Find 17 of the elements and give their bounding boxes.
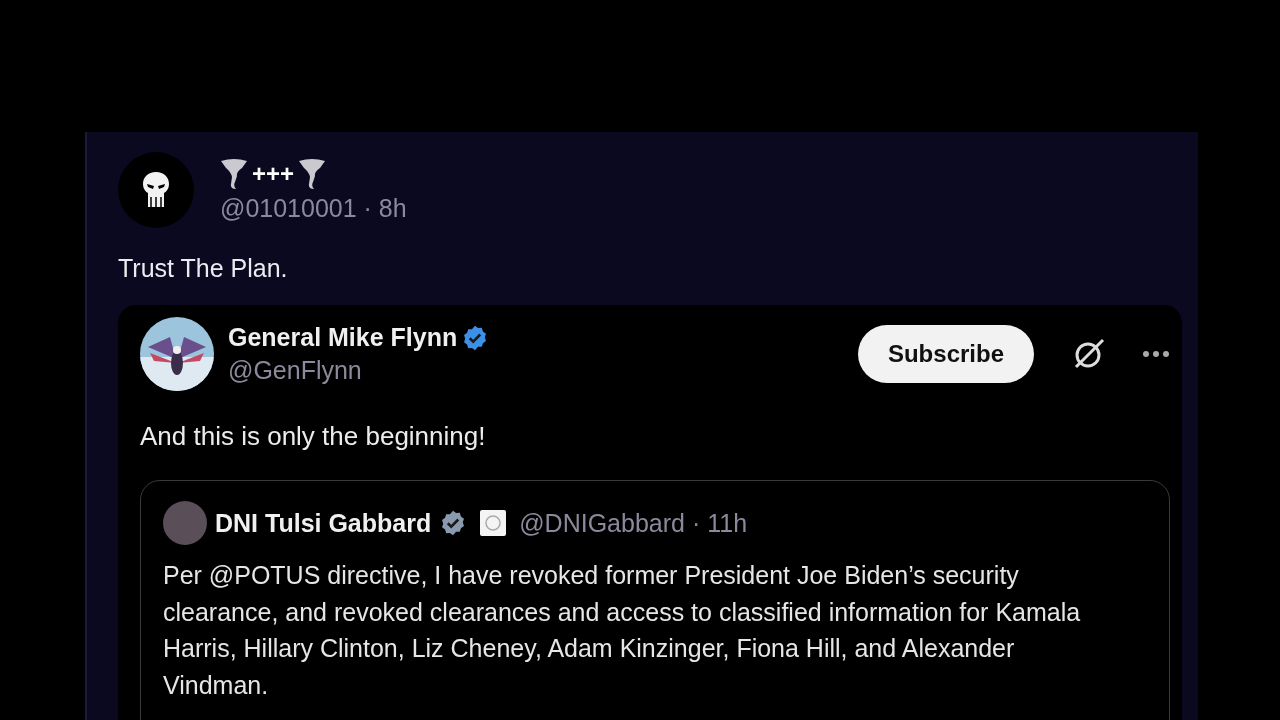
nested-post-text: Per @POTUS directive, I have revoked former President Joe Biden’s security clearance, and revoked clearances and access to classified information for Kamala Harris, Hillary Clinton, Liz Cheney, Adam Kinzinger, Fiona Hill, and Alexander Vindman. [163,560,1082,701]
handle-and-time: @DNIGabbard · 11h [519,508,748,538]
handle-and-time: @01010001 · 8h [220,193,407,223]
handle: @GenFlynn [228,356,363,385]
tornado-icon [220,157,248,190]
seal-icon [479,509,508,537]
display-name: +++ [252,159,295,188]
skull-icon [142,171,170,209]
display-name: General Mike Flynn [228,323,458,352]
slashed-circle-icon[interactable] [1072,337,1106,371]
post-text: Trust The Plan. [118,254,289,283]
display-name: DNI Tulsi Gabbard [215,508,432,538]
more-icon[interactable] [1142,350,1170,358]
quoted-post-text: And this is only the beginning! [140,421,487,452]
avatar [163,501,207,545]
subscribe-button[interactable]: Subscribe [857,325,1034,383]
tornado-icon [298,157,327,190]
